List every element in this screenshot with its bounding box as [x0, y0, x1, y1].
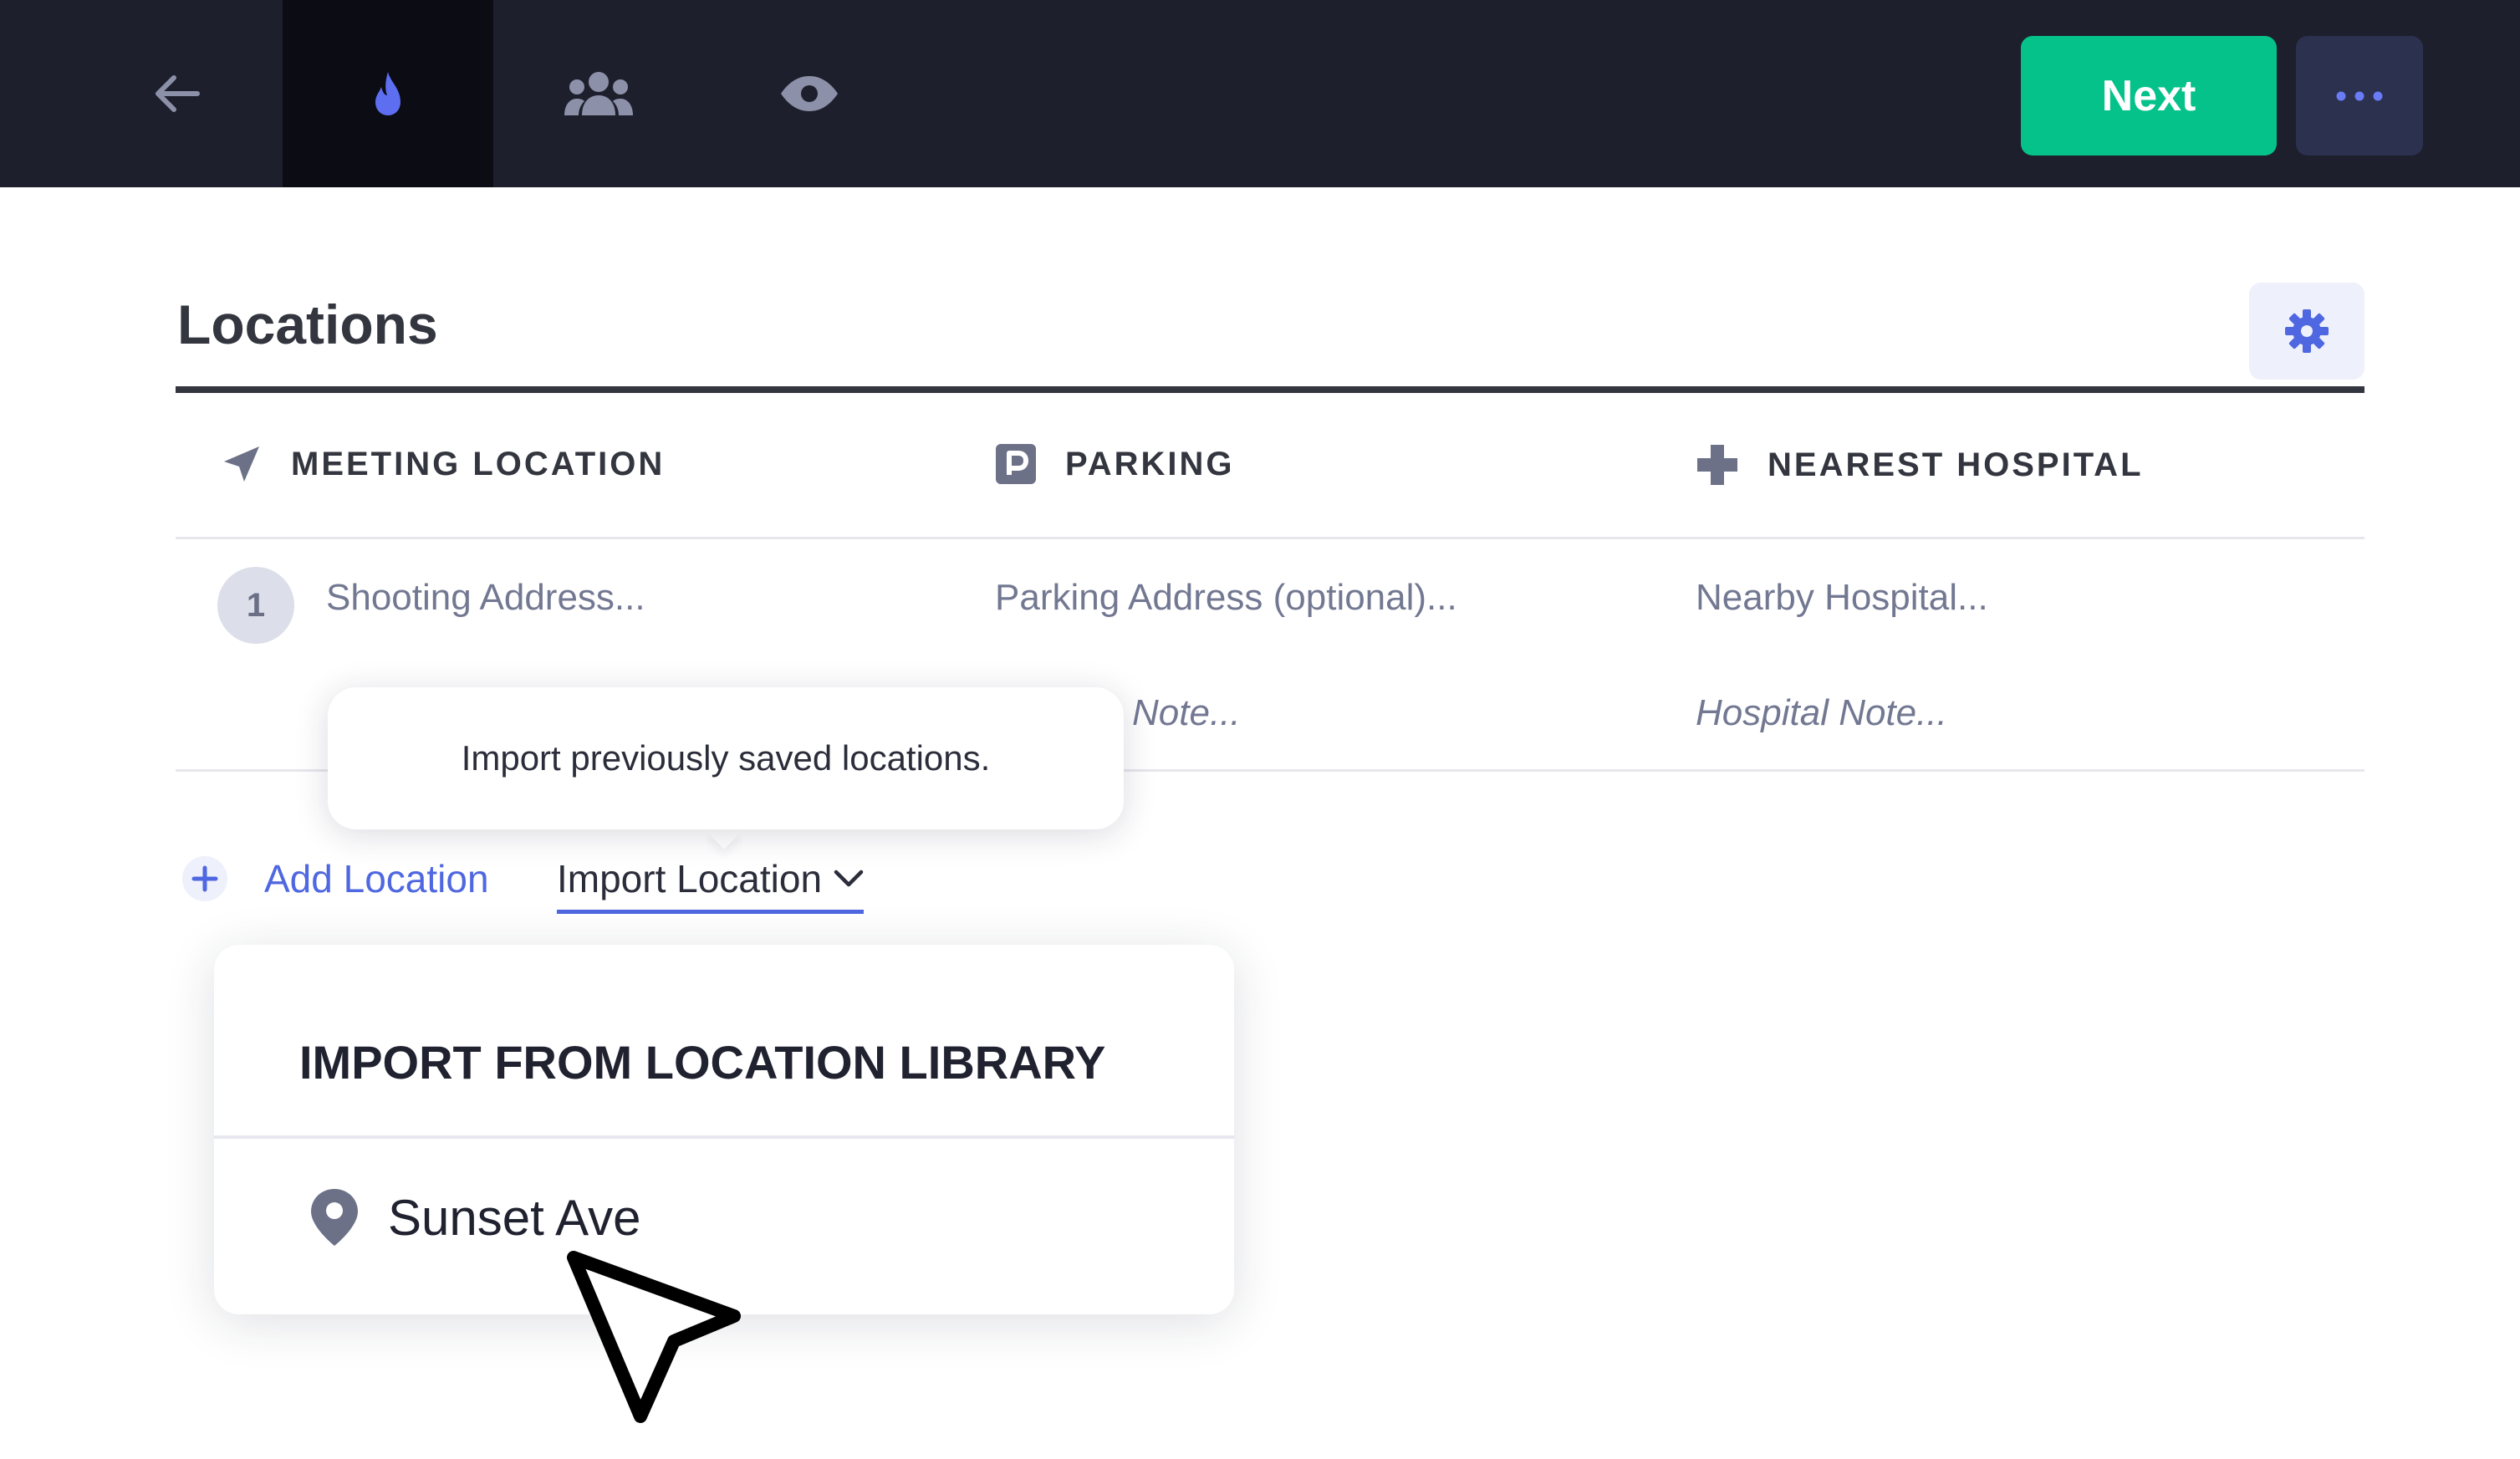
arrow-left-icon [156, 75, 200, 112]
import-location-dropdown[interactable]: Import Location [557, 856, 865, 914]
title-divider [176, 386, 2364, 393]
hospital-input[interactable]: Nearby Hospital... [1696, 577, 1988, 619]
tab-preview[interactable] [704, 0, 915, 187]
column-label: NEAREST HOSPITAL [1768, 446, 2144, 483]
people-icon [564, 72, 633, 115]
parking-address-input[interactable]: Parking Address (optional)... [995, 577, 1457, 619]
column-header-nearest-hospital: NEAREST HOSPITAL [1696, 443, 2144, 487]
column-header-meeting-location: MEETING LOCATION [221, 443, 665, 485]
navigation-arrow-icon [221, 443, 263, 485]
parking-note-input[interactable]: Note... [1132, 692, 1241, 734]
mouse-cursor [565, 1249, 749, 1437]
next-button[interactable]: Next [2021, 36, 2277, 156]
cross-icon [1696, 443, 1739, 487]
dropdown-divider [214, 1135, 1234, 1139]
column-label: MEETING LOCATION [291, 445, 666, 482]
page-title: Locations [177, 293, 438, 355]
more-options-button[interactable] [2296, 36, 2423, 156]
tab-fire[interactable] [283, 0, 493, 187]
import-location-label: Import Location [557, 857, 823, 900]
column-label: PARKING [1065, 445, 1235, 482]
map-pin-icon [309, 1187, 360, 1247]
flame-icon [375, 72, 400, 115]
top-bar: Next [0, 0, 2520, 187]
tooltip-text: Import previously saved locations. [461, 738, 991, 778]
dropdown-title: IMPORT FROM LOCATION LIBRARY [299, 1036, 1106, 1089]
shooting-address-input[interactable]: Shooting Address... [326, 577, 645, 619]
column-header-parking: PARKING [995, 443, 1234, 485]
location-library-item[interactable]: Sunset Ave [309, 1187, 640, 1247]
add-location-label: Add Location [264, 857, 489, 900]
cursor-arrow-icon [567, 1251, 741, 1423]
header-divider [176, 537, 2364, 539]
chevron-down-icon [834, 870, 864, 888]
tab-people[interactable] [493, 0, 704, 187]
hospital-note-input[interactable]: Hospital Note... [1696, 692, 1947, 734]
row-number-badge: 1 [217, 567, 294, 644]
gear-icon [2285, 309, 2329, 353]
add-location-button[interactable]: Add Location [182, 856, 489, 901]
import-tooltip: Import previously saved locations. [328, 687, 1124, 829]
back-button[interactable] [72, 0, 283, 187]
settings-button[interactable] [2249, 283, 2364, 380]
ellipsis-icon [2336, 91, 2383, 100]
location-library-item-label: Sunset Ave [388, 1189, 641, 1246]
plus-icon [182, 856, 227, 901]
eye-icon [781, 76, 838, 111]
parking-icon [995, 443, 1037, 485]
